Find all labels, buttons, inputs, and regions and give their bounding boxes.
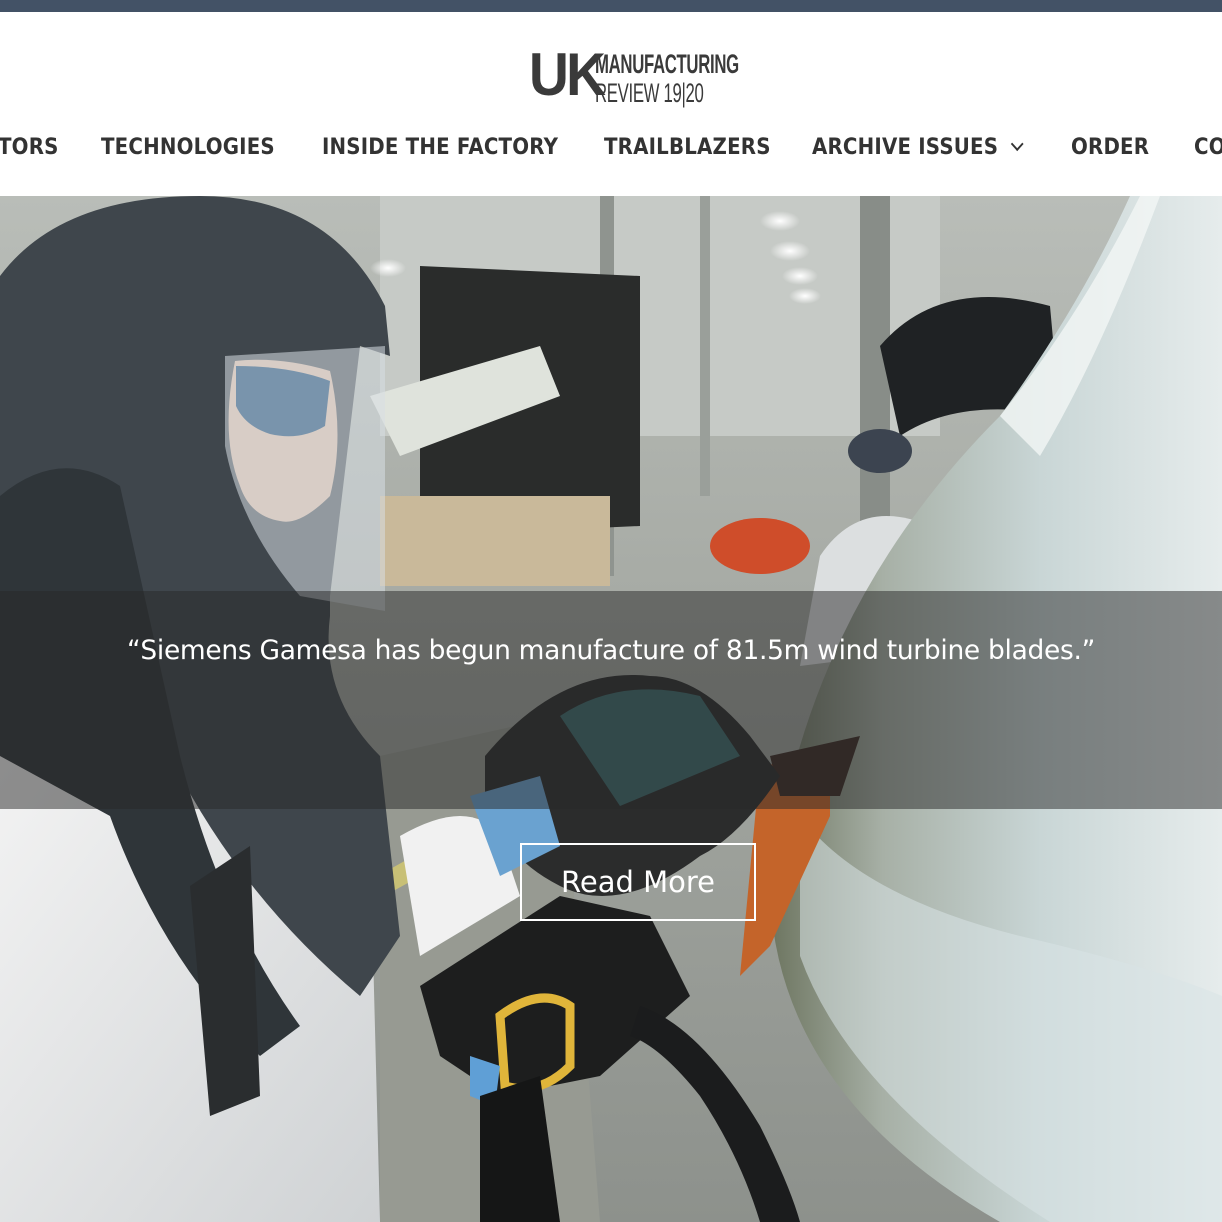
nav-item-label: TORS: [0, 135, 59, 160]
nav-item-contact[interactable]: CO: [1194, 120, 1222, 176]
logo-title-line2: REVIEW 19|20: [595, 78, 704, 108]
site-logo[interactable]: UK MANUFACTURING REVIEW 19|20: [529, 40, 761, 110]
nav-item-trailblazers[interactable]: TRAILBLAZERS: [604, 120, 771, 176]
nav-item-label: INSIDE THE FACTORY: [322, 135, 559, 160]
nav-item-label: ARCHIVE ISSUES: [812, 135, 999, 160]
nav-item-archive-issues[interactable]: ARCHIVE ISSUES: [812, 120, 1024, 176]
nav-item-order[interactable]: ORDER: [1071, 120, 1149, 176]
nav-item-label: TECHNOLOGIES: [101, 135, 275, 160]
nav-item-label: ORDER: [1071, 135, 1150, 160]
top-accent-bar: [0, 0, 1222, 12]
read-more-button[interactable]: Read More: [520, 843, 756, 921]
hero-slider: “Siemens Gamesa has begun manufacture of…: [0, 196, 1222, 1222]
chevron-down-icon: [1010, 136, 1024, 152]
nav-item-sectors[interactable]: TORS: [0, 120, 59, 176]
nav-item-label: CO: [1194, 135, 1222, 160]
nav-item-label: TRAILBLAZERS: [604, 135, 771, 160]
logo-title-line1: MANUFACTURING: [595, 49, 739, 79]
nav-item-inside-the-factory[interactable]: INSIDE THE FACTORY: [322, 120, 558, 176]
logo-mark: UK: [529, 41, 606, 108]
nav-item-technologies[interactable]: TECHNOLOGIES: [101, 120, 275, 176]
main-navigation: TORS TECHNOLOGIES INSIDE THE FACTORY TRA…: [0, 120, 1222, 176]
hero-caption: “Siemens Gamesa has begun manufacture of…: [126, 635, 1096, 666]
caption-overlay: “Siemens Gamesa has begun manufacture of…: [0, 591, 1222, 809]
